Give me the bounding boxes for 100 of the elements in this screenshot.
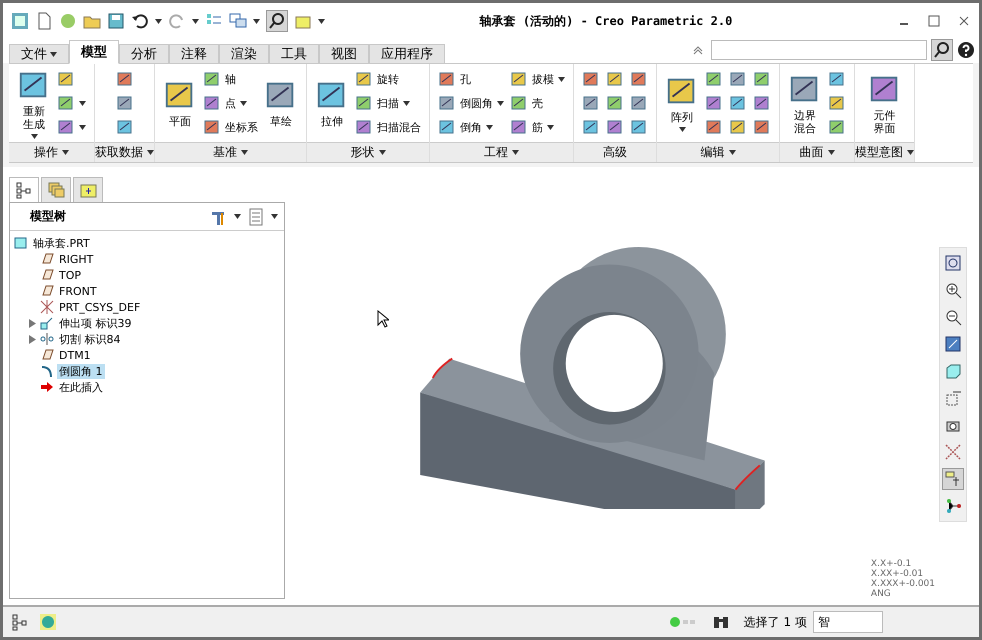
ribbon-button[interactable]: 壳	[510, 92, 543, 114]
ribbon-button[interactable]: 拉伸	[315, 68, 349, 138]
ribbon-tab[interactable]: 模型	[69, 40, 119, 64]
tree-item[interactable]: FRONT	[57, 284, 99, 298]
tree-item[interactable]: PRT_CSYS_DEF	[57, 300, 142, 314]
windows-icon[interactable]	[229, 12, 247, 30]
zoom-in-icon	[944, 281, 962, 299]
ribbon-button[interactable]: 孔	[438, 68, 471, 90]
panel-title: 模型树	[30, 208, 67, 225]
view-tool-button[interactable]	[942, 468, 964, 490]
tool-icon	[510, 118, 528, 136]
tree-item[interactable]: 切割 标识84	[57, 332, 122, 346]
tool-icon	[828, 94, 846, 112]
ribbon-button[interactable]: 倒角	[438, 116, 493, 138]
help-icon[interactable]	[957, 41, 975, 59]
tree-item[interactable]: 轴承套.PRT	[31, 236, 92, 250]
list-settings-icon[interactable]	[247, 208, 265, 226]
close-icon[interactable]	[957, 14, 971, 28]
tool-icon	[582, 118, 600, 136]
status-light-icon	[670, 617, 698, 627]
tool-icon	[57, 94, 75, 112]
ribbon-button[interactable]: 扫描混合	[355, 116, 421, 138]
orientation-icon	[944, 389, 962, 407]
revolve-icon	[40, 332, 54, 346]
tool-icon	[438, 94, 456, 112]
tool-icon	[355, 94, 373, 112]
ribbon-button[interactable]: 阵列	[665, 68, 699, 138]
tree-item[interactable]: TOP	[57, 268, 84, 282]
graphics-area[interactable]: X.X+-0.1 X.XX+-0.01 X.XXX+-0.001 ANG	[285, 167, 979, 605]
cursor-icon	[377, 310, 389, 328]
repaint-icon	[944, 335, 962, 353]
selection-filter[interactable]: 智	[813, 611, 883, 633]
ribbon-button[interactable]: 重新生成	[17, 68, 51, 138]
group-label[interactable]: 编辑	[657, 142, 779, 162]
search-field[interactable]	[711, 40, 927, 60]
save-icon[interactable]	[107, 12, 125, 30]
search-tool-button[interactable]	[266, 10, 288, 32]
tool-icon	[753, 70, 771, 88]
plane-icon	[40, 348, 54, 362]
tool-icon	[828, 118, 846, 136]
group-label[interactable]: 曲面	[780, 142, 854, 162]
menu-tab[interactable]: 文件	[9, 44, 69, 64]
tool-icon	[606, 118, 624, 136]
tolerance-text: X.XX+-0.01	[870, 569, 924, 579]
ribbon-button[interactable]: 元件界面	[868, 68, 902, 138]
tree-icon	[11, 613, 29, 631]
ribbon-button[interactable]: 扫描	[355, 92, 410, 114]
group-label[interactable]: 基准	[155, 142, 306, 162]
part-icon	[14, 236, 28, 250]
group-label[interactable]: 形状	[307, 142, 429, 162]
tool-icon	[57, 118, 75, 136]
tool-icon	[438, 118, 456, 136]
ribbon-tab[interactable]: 注释	[169, 44, 219, 64]
maximize-icon[interactable]	[927, 14, 941, 28]
ribbon-button[interactable]: 轴	[203, 68, 236, 90]
ribbon-button[interactable]: 草绘	[264, 68, 298, 138]
navigator-tab[interactable]	[9, 177, 39, 203]
display-style-icon	[944, 362, 962, 380]
tool-icon	[510, 94, 528, 112]
ribbon-button[interactable]: 筋	[510, 116, 554, 138]
ribbon-tab[interactable]: 视图	[319, 44, 369, 64]
ribbon-button[interactable]: 边界混合	[788, 68, 822, 138]
caret-icon	[318, 18, 325, 24]
round-icon	[40, 364, 54, 378]
group-label[interactable]: 工程	[430, 142, 573, 162]
caret-icon	[253, 18, 260, 24]
tool-icon	[828, 70, 846, 88]
status-message: 选择了 1 项	[744, 614, 807, 630]
group-label[interactable]: 模型意图	[855, 142, 914, 162]
tool-icon	[705, 118, 723, 136]
tool-icon	[355, 70, 373, 88]
ribbon-button[interactable]: 旋转	[355, 68, 399, 90]
tool-icon	[630, 70, 648, 88]
ribbon-tab[interactable]: 工具	[269, 44, 319, 64]
undo-icon[interactable]	[131, 12, 149, 30]
group-label[interactable]: 高级	[574, 142, 656, 162]
tree-item[interactable]: 伸出项 标识39	[57, 316, 134, 330]
tool-icon	[116, 94, 134, 112]
ribbon-tab[interactable]: 分析	[119, 44, 169, 64]
search-button[interactable]	[931, 39, 953, 61]
ribbon-button[interactable]: 坐标系	[203, 116, 258, 138]
tree-item[interactable]: 倒圆角 1	[57, 364, 104, 378]
ribbon-button[interactable]: 倒圆角	[438, 92, 504, 114]
tree-item[interactable]: RIGHT	[57, 252, 96, 266]
tree-icon	[15, 181, 33, 199]
ribbon-button[interactable]: 点	[203, 92, 247, 114]
tool-icon	[510, 70, 528, 88]
group-label[interactable]: 操作	[9, 142, 94, 162]
tool-icon	[438, 70, 456, 88]
tree-item[interactable]: DTM1	[57, 348, 93, 362]
tree-item[interactable]: 在此插入	[57, 380, 105, 394]
ribbon-tab[interactable]: 渲染	[219, 44, 269, 64]
ribbon-button[interactable]: 平面	[163, 68, 197, 138]
expand-arrow-icon[interactable]	[28, 334, 37, 344]
ribbon-button[interactable]: 拔模	[510, 68, 565, 90]
browser-toggle-button[interactable]	[37, 611, 59, 633]
ribbon-tab[interactable]: 应用程序	[369, 44, 445, 64]
spin-center-icon	[944, 497, 962, 515]
expand-arrow-icon[interactable]	[28, 318, 37, 328]
group-label[interactable]: 获取数据	[95, 142, 154, 162]
